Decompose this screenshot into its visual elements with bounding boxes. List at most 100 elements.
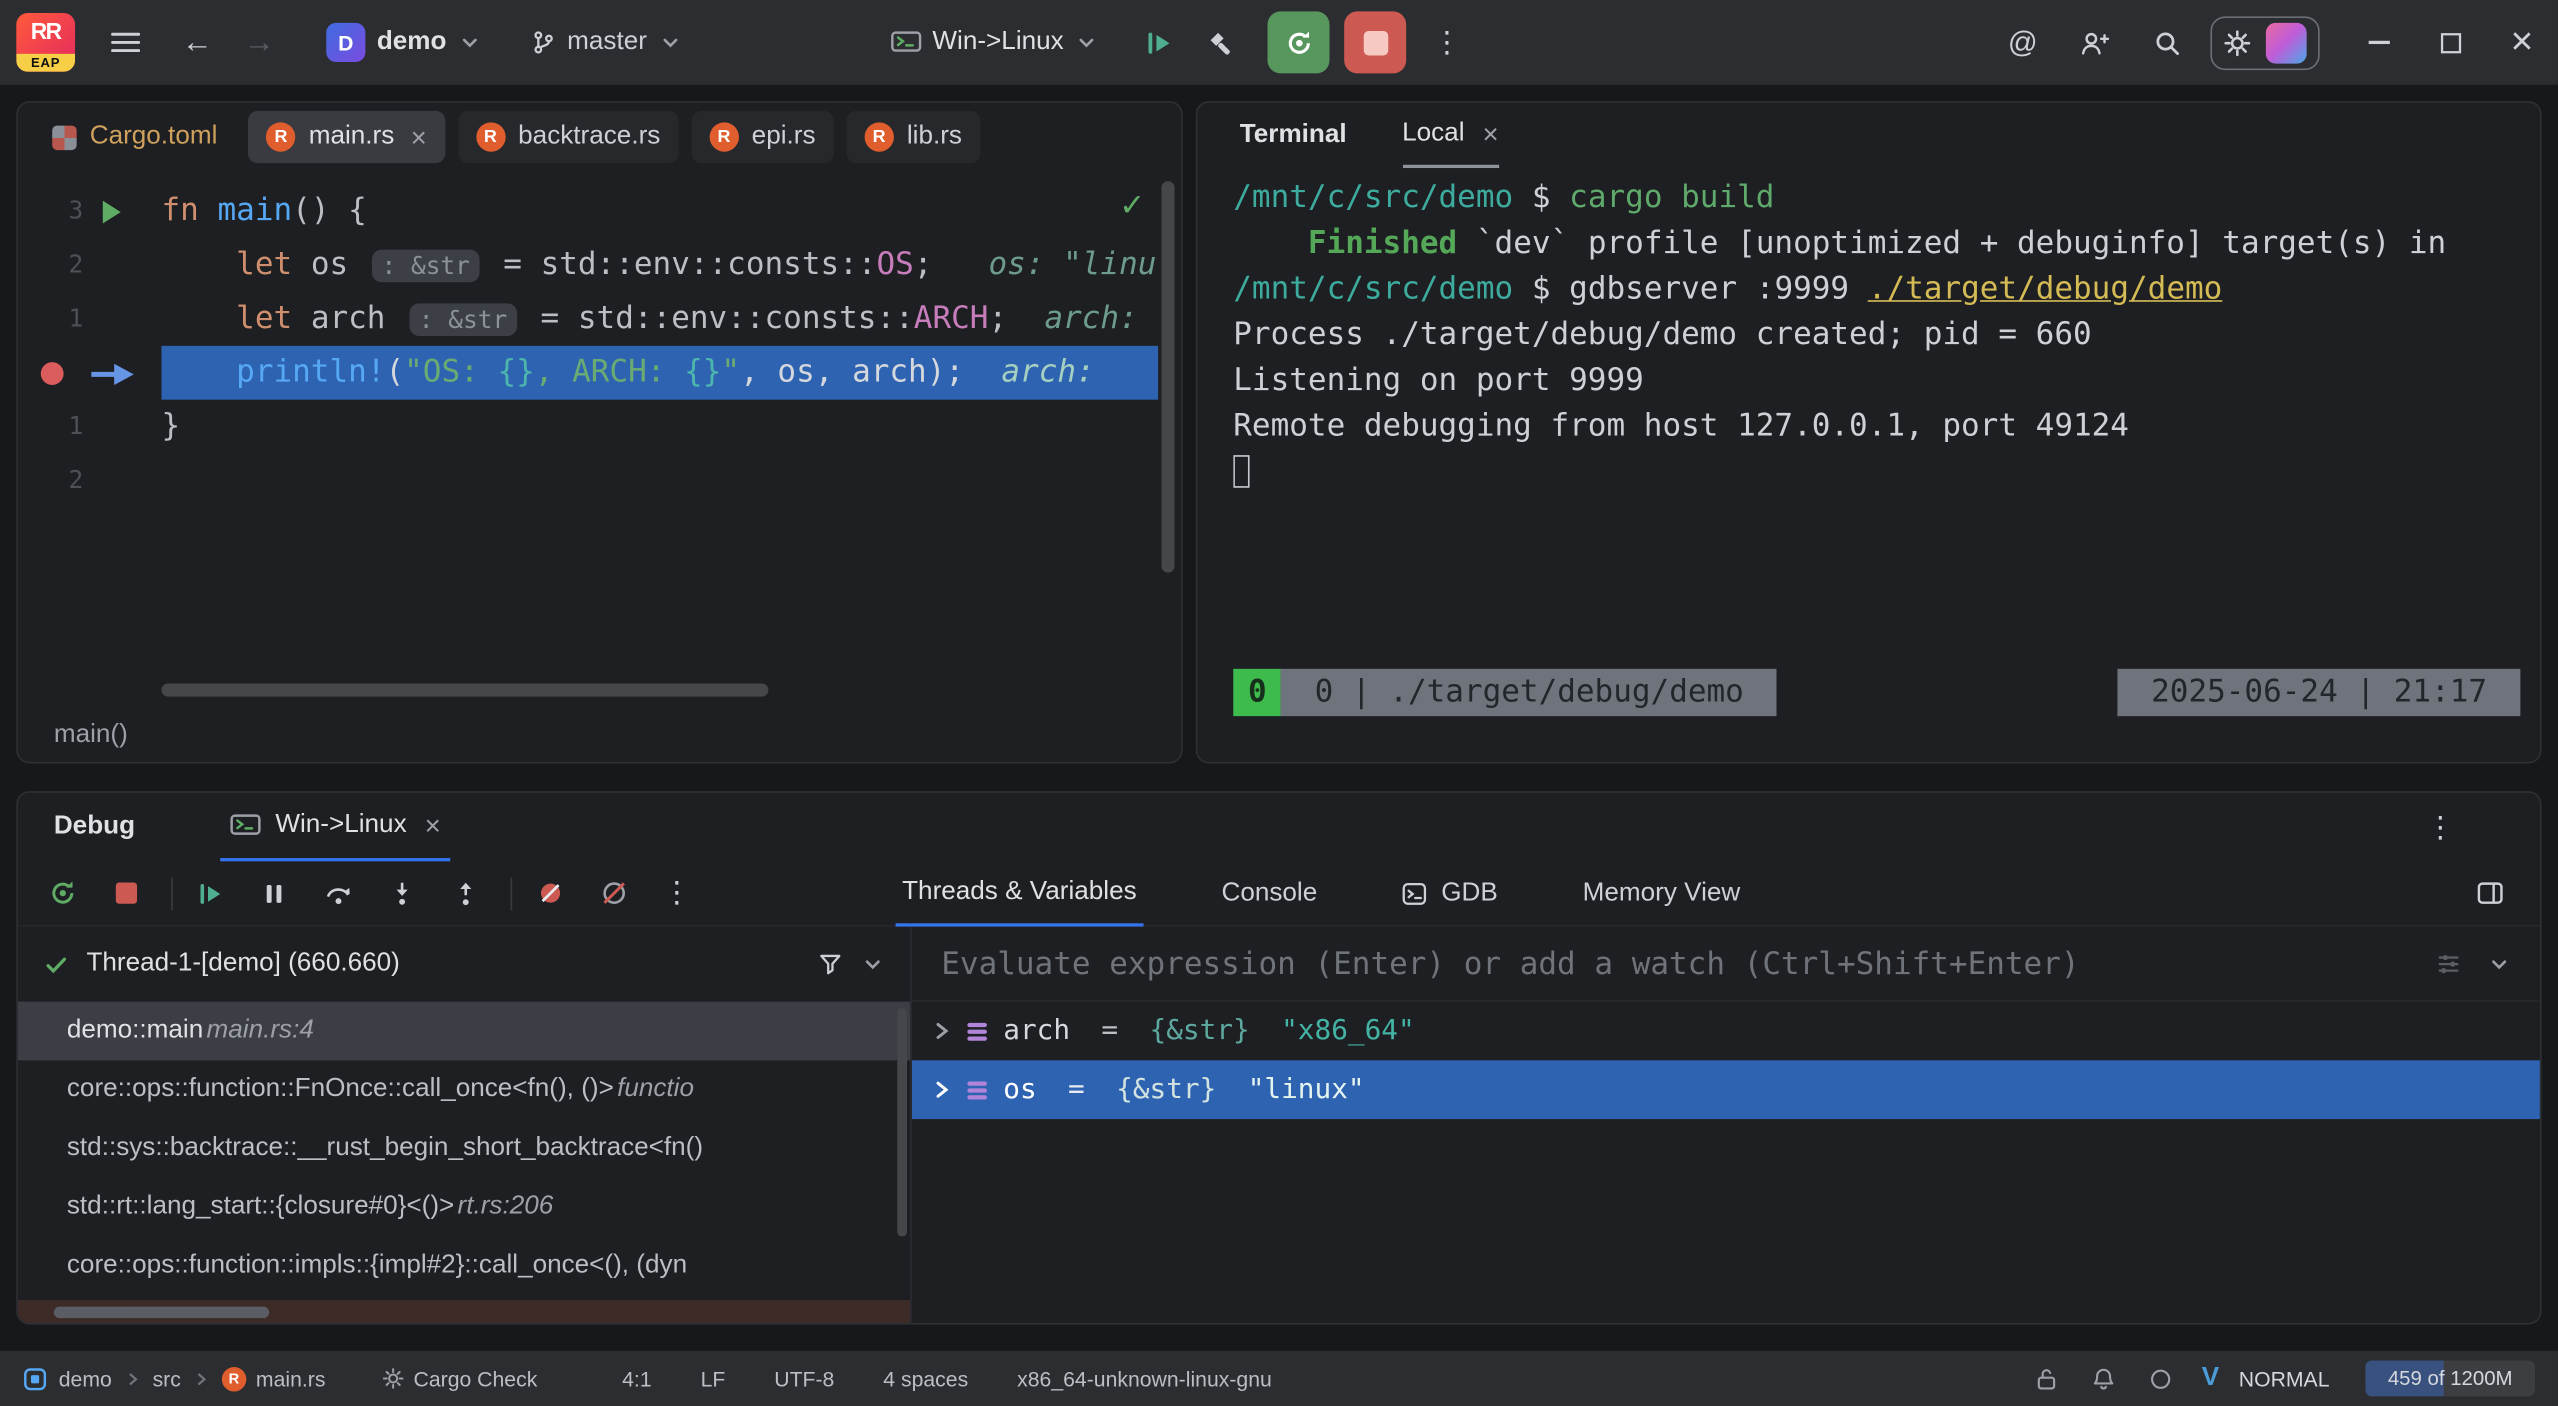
code-area[interactable]: fn main() { let os : &str = std::env::co…: [161, 184, 1158, 709]
search-icon[interactable]: [2142, 18, 2191, 67]
code-line[interactable]: let arch : &str = std::env::consts::ARCH…: [161, 292, 1158, 346]
variable-row[interactable]: arch = {&str} "x86_64": [912, 1002, 2540, 1061]
maximize-button[interactable]: [2414, 0, 2486, 85]
gutter-row[interactable]: 1: [18, 400, 162, 454]
gutter-row[interactable]: 2: [18, 454, 162, 508]
breadcrumb[interactable]: main(): [18, 710, 1181, 762]
kebab-menu-icon[interactable]: ⋮: [2426, 810, 2455, 844]
forward-icon[interactable]: →: [235, 18, 284, 67]
statusbar-breadcrumb-file[interactable]: main.rs: [256, 1366, 326, 1390]
gutter-row[interactable]: 3: [18, 184, 162, 238]
unlock-icon[interactable]: [2034, 1366, 2058, 1390]
statusbar-breadcrumb-project[interactable]: demo: [59, 1366, 112, 1390]
inspections-icon[interactable]: [2148, 1366, 2172, 1390]
statusbar-breadcrumb-src[interactable]: src: [153, 1366, 181, 1390]
breakpoint-icon[interactable]: [41, 362, 64, 385]
run-gutter-icon[interactable]: [103, 201, 121, 224]
rerun-debug-button[interactable]: [1268, 11, 1330, 73]
breakpoints-slash-icon[interactable]: [592, 872, 634, 914]
main-menu-icon[interactable]: [101, 18, 150, 67]
settings-gear-icon[interactable]: [2223, 29, 2251, 57]
code-line[interactable]: }: [161, 400, 1158, 454]
rerun-debug-icon[interactable]: [41, 872, 83, 914]
editor-tab-epi-rs[interactable]: Repi.rs: [691, 111, 833, 163]
vim-mode-icon[interactable]: V: [2202, 1364, 2219, 1393]
debug-tab-gdb[interactable]: GDB: [1396, 861, 1505, 926]
add-user-icon[interactable]: [2070, 18, 2119, 67]
code-line[interactable]: let os : &str = std::env::consts::OS; os…: [161, 238, 1158, 292]
kebab-menu-icon[interactable]: ⋮: [656, 872, 698, 914]
stack-frame[interactable]: core::ops::function::impls::{impl#2}::ca…: [18, 1237, 910, 1296]
close-tab-icon[interactable]: ×: [1482, 120, 1498, 148]
sliders-icon[interactable]: [2436, 950, 2462, 976]
thread-check-icon: [44, 952, 68, 976]
memory-indicator[interactable]: 459 of 1200M: [2365, 1361, 2535, 1397]
bell-icon[interactable]: [2091, 1366, 2115, 1390]
editor-tab-cargo-toml[interactable]: Cargo.toml: [34, 111, 235, 163]
stack-frame[interactable]: std::rt::lang_start::{closure#0}<()> rt.…: [18, 1178, 910, 1237]
close-tab-icon[interactable]: ×: [425, 812, 441, 840]
editor-tab-backtrace-rs[interactable]: Rbacktrace.rs: [458, 111, 678, 163]
stop-icon[interactable]: [104, 872, 146, 914]
close-tab-icon[interactable]: ×: [411, 123, 427, 151]
editor-tab-main-rs[interactable]: Rmain.rs×: [248, 111, 444, 163]
chevron-down-icon[interactable]: [2488, 952, 2511, 975]
line-ending-widget[interactable]: LF: [701, 1366, 726, 1390]
resume-icon[interactable]: [1134, 18, 1183, 67]
gutter-row[interactable]: 2: [18, 238, 162, 292]
evaluate-expression-field[interactable]: Evaluate expression (Enter) or add a wat…: [912, 927, 2540, 1002]
at-sign-icon[interactable]: @: [1998, 18, 2047, 67]
step-into-icon[interactable]: [380, 872, 422, 914]
thread-selector[interactable]: Thread-1-[demo] (660.660): [18, 927, 910, 1002]
cargo-check-widget[interactable]: Cargo Check: [381, 1366, 537, 1390]
gutter-row[interactable]: [18, 346, 162, 400]
breadcrumb-function[interactable]: main(): [54, 721, 128, 750]
execution-arrow-icon: [90, 362, 139, 386]
mute-breakpoints-icon[interactable]: [529, 872, 571, 914]
back-icon[interactable]: ←: [173, 18, 222, 67]
filter-icon[interactable]: [817, 951, 843, 977]
editor-vertical-scrollbar[interactable]: [1161, 181, 1174, 573]
build-hammer-icon[interactable]: [1196, 18, 1245, 67]
pause-icon[interactable]: [253, 872, 295, 914]
variable-icon: [966, 1079, 989, 1100]
terminal-link[interactable]: ./target/debug/demo: [1868, 271, 2223, 307]
inspection-ok-icon[interactable]: ✓: [1119, 188, 1145, 226]
terminal-tab-local[interactable]: Local ×: [1402, 103, 1499, 168]
step-over-icon[interactable]: [316, 872, 358, 914]
close-button[interactable]: ×: [2486, 0, 2558, 85]
editor-horizontal-scrollbar[interactable]: [161, 684, 768, 697]
debug-session-tab[interactable]: Win->Linux ×: [220, 793, 451, 862]
caret-position-widget[interactable]: 4:1: [622, 1366, 651, 1390]
resume-icon[interactable]: [189, 872, 231, 914]
stack-frame[interactable]: demo::main main.rs:4: [18, 1002, 910, 1061]
step-out-icon[interactable]: [444, 872, 486, 914]
indent-widget[interactable]: 4 spaces: [883, 1366, 968, 1390]
variable-row[interactable]: os = {&str} "linux": [912, 1060, 2540, 1119]
debug-tab-memory-view[interactable]: Memory View: [1576, 861, 1747, 926]
run-config-widget[interactable]: Win->Linux: [877, 15, 1111, 70]
expand-chevron-icon[interactable]: [931, 1080, 951, 1100]
branch-widget[interactable]: master: [517, 15, 695, 70]
user-avatar[interactable]: [2266, 22, 2307, 63]
toolchain-widget[interactable]: x86_64-unknown-linux-gnu: [1017, 1366, 1272, 1390]
code-line[interactable]: fn main() {: [161, 184, 1158, 238]
gutter-row[interactable]: 1: [18, 292, 162, 346]
chevron-down-icon[interactable]: [861, 953, 884, 976]
expand-chevron-icon[interactable]: [931, 1021, 951, 1041]
project-widget[interactable]: D demo: [313, 15, 494, 70]
vim-mode-widget[interactable]: NORMAL: [2239, 1366, 2330, 1390]
stack-frame[interactable]: std::sys::backtrace::__rust_begin_short_…: [18, 1119, 910, 1178]
stop-button[interactable]: [1344, 11, 1406, 73]
layout-icon[interactable]: [2468, 872, 2510, 914]
encoding-widget[interactable]: UTF-8: [774, 1366, 834, 1390]
editor-tab-lib-rs[interactable]: Rlib.rs: [846, 111, 979, 163]
debug-tab-threads-variables[interactable]: Threads & Variables: [896, 861, 1144, 926]
debug-tab-console[interactable]: Console: [1215, 861, 1324, 926]
kebab-menu-icon[interactable]: ⋮: [1423, 18, 1472, 67]
frames-horizontal-scrollbar[interactable]: [54, 1307, 269, 1318]
minimize-button[interactable]: [2343, 0, 2415, 85]
code-line[interactable]: println!("OS: {}, ARCH: {}", os, arch); …: [161, 346, 1158, 400]
frames-vertical-scrollbar[interactable]: [897, 1008, 907, 1236]
stack-frame[interactable]: core::ops::function::FnOnce::call_once<f…: [18, 1060, 910, 1119]
